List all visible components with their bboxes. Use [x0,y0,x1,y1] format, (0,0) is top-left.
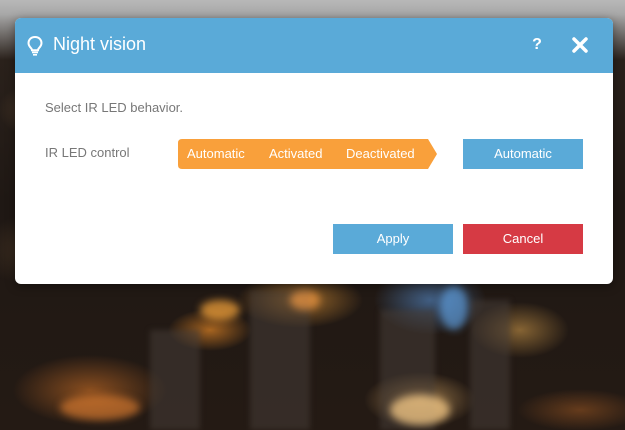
close-icon[interactable] [570,35,590,55]
dialog-title: Night vision [53,34,147,54]
night-vision-dialog: Night vision ? Select IR LED behavior. I… [15,18,613,284]
apply-button[interactable]: Apply [333,224,453,254]
option-automatic[interactable]: Automatic [187,139,245,169]
current-value-display: Automatic [463,139,583,169]
option-deactivated[interactable]: Deactivated [346,139,415,169]
dialog-description: Select IR LED behavior. [45,100,184,115]
dialog-header: Night vision ? [15,18,613,73]
ir-led-segmented-control[interactable]: Automatic Activated Deactivated [178,139,438,169]
option-activated[interactable]: Activated [269,139,322,169]
lightbulb-icon [27,36,43,56]
help-button[interactable]: ? [528,35,546,55]
cancel-button[interactable]: Cancel [463,224,583,254]
ir-led-control-label: IR LED control [45,145,130,160]
